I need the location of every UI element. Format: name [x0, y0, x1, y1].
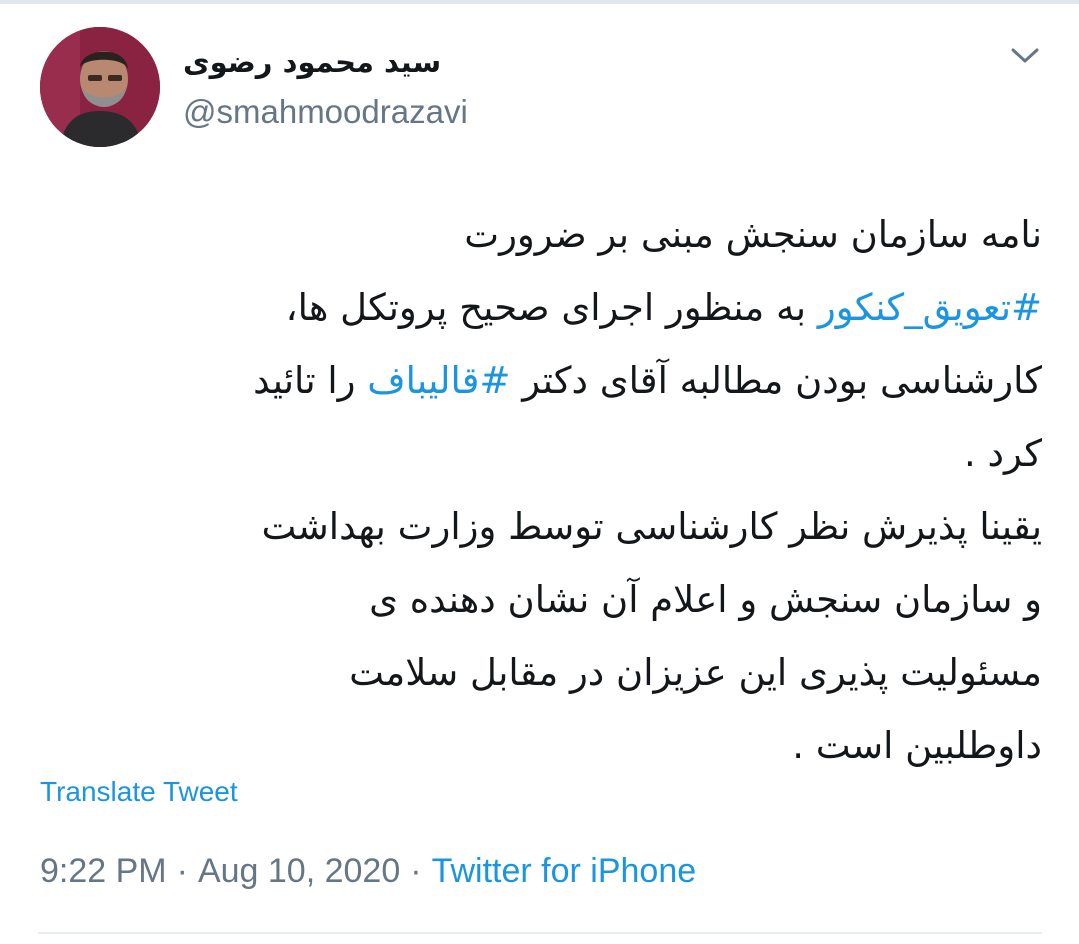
- tweet-text-segment: یقینا پذیرش نظر کارشناسی توسط وزارت بهدا…: [261, 505, 1042, 548]
- bottom-divider: [38, 932, 1042, 934]
- tweet-line: مسئولیت پذیری این عزیزان در مقابل سلامت: [40, 636, 1042, 709]
- hashtag-link[interactable]: #تعویق_کنکور: [818, 286, 1042, 329]
- hashtag-link[interactable]: #قالیباف: [367, 359, 510, 402]
- meta-separator: ·: [410, 852, 422, 890]
- user-handle[interactable]: @smahmoodrazavi: [183, 90, 468, 134]
- tweet-text-segment: نامه سازمان سنجش مبنی بر ضرورت: [464, 213, 1042, 256]
- tweet-text-segment: را تائید: [253, 359, 368, 402]
- chevron-down-icon[interactable]: [1008, 42, 1042, 68]
- tweet-source-link[interactable]: Twitter for iPhone: [432, 852, 697, 890]
- tweet-line: نامه سازمان سنجش مبنی بر ضرورت: [40, 198, 1042, 271]
- tweet-date[interactable]: Aug 10, 2020: [198, 852, 400, 890]
- tweet-line: یقینا پذیرش نظر کارشناسی توسط وزارت بهدا…: [40, 490, 1042, 563]
- tweet-line: کرد .: [40, 417, 1042, 490]
- display-name[interactable]: سید محمود رضوی: [183, 42, 468, 82]
- tweet-text-segment: کارشناسی بودن مطالبه آقای دکتر: [510, 359, 1042, 402]
- tweet-line: داوطلبین است .: [40, 709, 1042, 782]
- meta-separator: ·: [176, 852, 188, 890]
- tweet-meta: 9:22 PM · Aug 10, 2020 · Twitter for iPhone: [40, 852, 696, 891]
- top-divider: [0, 0, 1079, 4]
- tweet-text-segment: به منظور اجرای صحیح پروتکل ها،: [285, 286, 818, 329]
- tweet-text: نامه سازمان سنجش مبنی بر ضرورت #تعویق_کنک…: [40, 198, 1042, 782]
- avatar-photo: [40, 27, 160, 147]
- tweet-text-segment: و سازمان سنجش و اعلام آن نشان دهنده ی: [369, 578, 1042, 621]
- tweet-text-segment: کرد .: [963, 432, 1042, 475]
- tweet-text-segment: داوطلبین است .: [792, 724, 1042, 767]
- tweet-time[interactable]: 9:22 PM: [40, 852, 167, 890]
- tweet-text-segment: مسئولیت پذیری این عزیزان در مقابل سلامت: [349, 651, 1042, 694]
- author-block[interactable]: سید محمود رضوی @smahmoodrazavi: [183, 42, 468, 134]
- translate-tweet-link[interactable]: Translate Tweet: [40, 776, 238, 808]
- tweet-line: کارشناسی بودن مطالبه آقای دکتر #قالیباف …: [40, 344, 1042, 417]
- tweet-line: و سازمان سنجش و اعلام آن نشان دهنده ی: [40, 563, 1042, 636]
- avatar[interactable]: [40, 27, 160, 147]
- tweet-line: #تعویق_کنکور به منظور اجرای صحیح پروتکل …: [40, 271, 1042, 344]
